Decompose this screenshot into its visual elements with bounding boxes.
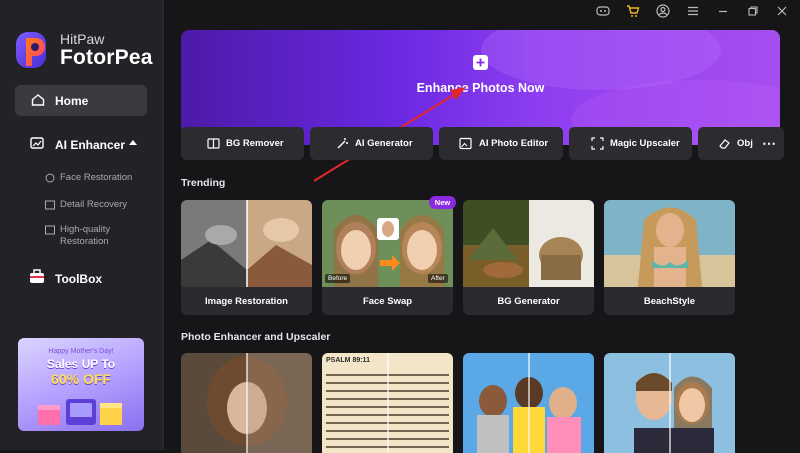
upscale-icon xyxy=(591,137,604,155)
eraser-icon xyxy=(718,137,731,155)
section-title-trending: Trending xyxy=(181,177,226,189)
restore-icon[interactable] xyxy=(746,4,760,18)
tool-ai-generator[interactable]: AI Generator xyxy=(310,127,433,160)
magic-wand-icon xyxy=(336,137,349,155)
tool-bg-remover[interactable]: BG Remover xyxy=(181,127,304,160)
photo-edit-icon xyxy=(459,137,472,155)
brand-name: FotorPea xyxy=(60,46,153,69)
card-face-swap[interactable]: Before After Face Swap xyxy=(322,200,453,315)
toolbox-icon xyxy=(28,269,46,290)
sidebar-item-label: ToolBox xyxy=(55,272,103,286)
tool-label: BG Remover xyxy=(226,138,284,149)
sidebar-item-label: AI Enhancer xyxy=(55,138,126,152)
close-icon[interactable] xyxy=(775,4,789,18)
promo-gift-graphic xyxy=(30,393,132,427)
enhancer-card-portrait[interactable] xyxy=(181,353,312,453)
card-thumbnail xyxy=(181,200,312,287)
sidebar-item-ai-enhancer[interactable]: AI Enhancer xyxy=(15,130,147,158)
card-thumbnail xyxy=(463,200,594,287)
sidebar-subitem-label-2: Restoration xyxy=(60,236,109,247)
sidebar-subitem-label: Detail Recovery xyxy=(60,199,128,210)
menu-icon[interactable] xyxy=(686,4,700,18)
sidebar-item-label: Home xyxy=(55,94,89,108)
add-icon[interactable] xyxy=(473,55,488,70)
tool-label: AI Photo Editor xyxy=(479,138,549,149)
discord-icon[interactable] xyxy=(596,4,610,18)
face-icon xyxy=(45,173,55,183)
card-image-restoration[interactable]: Image Restoration xyxy=(181,200,312,315)
account-icon[interactable] xyxy=(656,4,670,18)
home-icon xyxy=(31,93,45,112)
sidebar-subitem-label: High-quality xyxy=(60,224,111,235)
hq-icon xyxy=(45,225,55,235)
promo-line2: Sales UP To xyxy=(46,357,116,371)
tool-label: Magic Upscaler xyxy=(610,138,680,149)
shopping-cart-icon[interactable] xyxy=(626,4,640,18)
sidebar: HitPaw FotorPea Home AI Enhancer Face Re… xyxy=(0,0,164,450)
enhance-photos-label[interactable]: Enhance Photos Now xyxy=(181,81,780,95)
card-thumbnail xyxy=(604,200,735,287)
after-label: After xyxy=(428,274,448,283)
promo-line1: Happy Mother's Day! xyxy=(48,348,114,355)
image-icon xyxy=(45,200,55,210)
sidebar-item-home[interactable]: Home xyxy=(15,85,147,116)
promo-banner[interactable]: Happy Mother's Day! Sales UP To 60% OFF xyxy=(18,338,144,431)
card-label: Image Restoration xyxy=(205,296,288,307)
tool-magic-upscaler[interactable]: Magic Upscaler xyxy=(569,127,692,160)
promo-line3: 60% OFF xyxy=(51,371,111,387)
new-badge: New xyxy=(429,196,456,209)
ai-enhancer-icon xyxy=(30,136,44,155)
chevron-up-icon xyxy=(129,140,137,145)
tool-ai-photo-editor[interactable]: AI Photo Editor xyxy=(439,127,563,160)
card-beachstyle[interactable]: BeachStyle xyxy=(604,200,735,315)
tool-label: AI Generator xyxy=(355,138,413,149)
section-title-photo-enhancer: Photo Enhancer and Upscaler xyxy=(181,331,331,343)
minimize-icon[interactable] xyxy=(716,4,730,18)
bg-remover-icon xyxy=(207,137,220,155)
fotorpea-logo xyxy=(14,28,54,72)
enhancer-card-couple[interactable] xyxy=(604,353,735,453)
card-label: Face Swap xyxy=(362,296,413,307)
before-label: Before xyxy=(325,274,351,283)
card-label: BG Generator xyxy=(497,296,560,307)
sidebar-item-toolbox[interactable]: ToolBox xyxy=(28,268,102,291)
tool-object-remover[interactable]: Obj ⋯ xyxy=(698,127,784,160)
card-bg-generator[interactable]: BG Generator xyxy=(463,200,594,315)
brand-line1: HitPaw xyxy=(60,31,105,47)
sidebar-subitem-label: Face Restoration xyxy=(60,172,133,183)
tool-label: Obj xyxy=(737,138,753,149)
enhancer-card-document[interactable]: PSALM 89:11 xyxy=(322,353,453,453)
enhancer-card-friends[interactable] xyxy=(463,353,594,453)
more-options-icon[interactable]: ⋯ xyxy=(762,135,776,152)
card-label: BeachStyle xyxy=(643,296,696,307)
